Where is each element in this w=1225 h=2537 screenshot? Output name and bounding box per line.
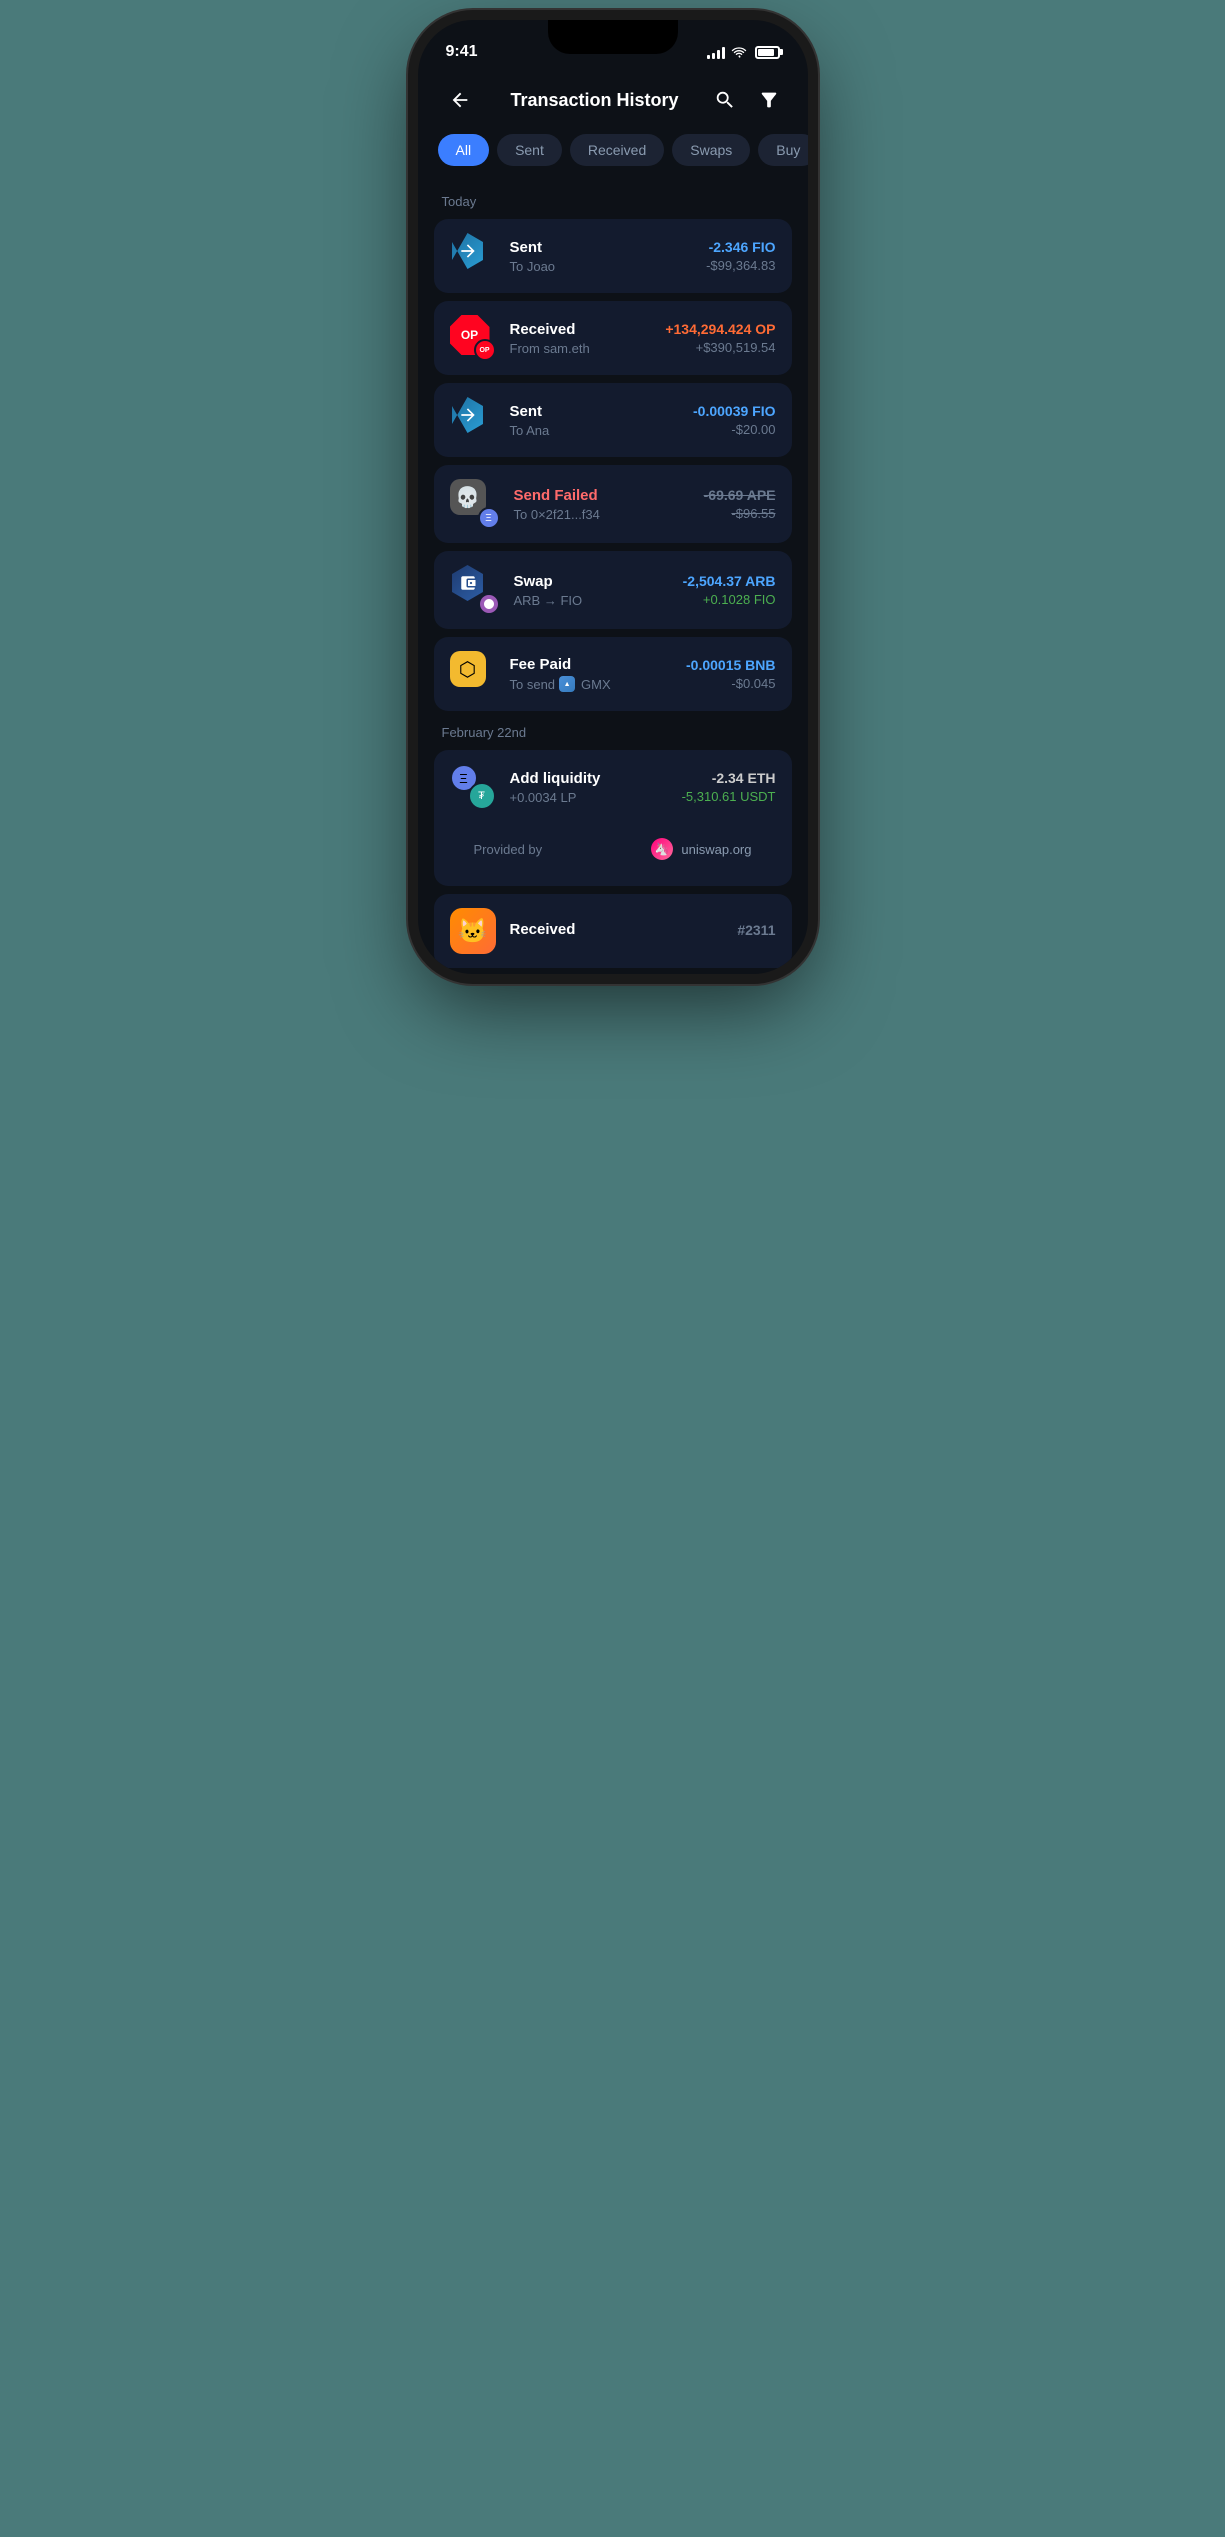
tx-sent-fio-2[interactable]: Sent To Ana -0.00039 FIO -$20.00: [434, 383, 792, 457]
tx-subtitle: To 0×2f21...f34: [514, 507, 690, 522]
tx-subtitle: To Ana: [510, 423, 680, 438]
tx-title: Fee Paid: [510, 656, 673, 673]
tx-title: Received: [510, 321, 652, 338]
tx-amount-sent-fio-2: -0.00039 FIO -$20.00: [693, 403, 776, 437]
tx-subtitle-fee: To send ▲ GMX: [510, 676, 673, 692]
tx-amount-failed-ape: -69.69 APE -$96.55: [704, 487, 776, 521]
filter-icon: [758, 89, 780, 111]
tx-subtitle: +0.0034 LP: [510, 790, 668, 805]
provided-by-source: 🦄 uniswap.org: [651, 838, 751, 860]
tx-amount-nft: #2311: [737, 922, 775, 941]
tab-buy[interactable]: Buy: [758, 134, 807, 166]
header-actions: [711, 86, 783, 114]
lp-bottom-provided: Provided by 🦄 uniswap.org: [434, 824, 792, 886]
tx-amount-liq: -2.34 ETH -5,310.61 USDT: [682, 770, 776, 804]
uniswap-logo-icon: 🦄: [651, 838, 673, 860]
tx-icon-fio-1: [450, 233, 496, 279]
filter-button[interactable]: [755, 86, 783, 114]
back-arrow-icon: [449, 89, 471, 111]
tx-info-fee-bnb: Fee Paid To send ▲ GMX: [510, 656, 673, 692]
tx-icon-op: OP OP: [450, 315, 496, 361]
signal-icon: [707, 45, 725, 59]
tx-fee-bnb[interactable]: ⬡ Fee Paid To send ▲ GMX -0.00015 BNB -$…: [434, 637, 792, 711]
tx-usd-amount: -$0.045: [686, 676, 776, 691]
tx-icon-bnb: ⬡: [450, 651, 496, 697]
tx-amount-fee-bnb: -0.00015 BNB -$0.045: [686, 657, 776, 691]
tab-all[interactable]: All: [438, 134, 490, 166]
tx-title: Sent: [510, 239, 693, 256]
tx-title-failed: Send Failed: [514, 487, 690, 504]
section-today: Today: [418, 186, 808, 219]
tx-badge: #2311: [737, 922, 775, 938]
swap-sub-icon: [478, 593, 500, 615]
provided-by-label: Provided by: [474, 842, 543, 857]
provided-by-name: uniswap.org: [681, 842, 751, 857]
tab-sent[interactable]: Sent: [497, 134, 562, 166]
header: Transaction History: [418, 70, 808, 134]
transaction-list-feb22: Ξ ₮ Add liquidity +0.0034 LP -2.34 ETH -…: [418, 750, 808, 974]
tab-received[interactable]: Received: [570, 134, 664, 166]
tx-crypto-amount: +134,294.424 OP: [665, 321, 775, 337]
tx-usd-amount: +$390,519.54: [665, 340, 775, 355]
tx-icon-nft: 🐱: [450, 908, 496, 954]
tx-info-sent-fio-2: Sent To Ana: [510, 403, 680, 438]
lp-info: Add liquidity +0.0034 LP: [510, 770, 668, 805]
tx-crypto-amount-2: +0.1028 FIO: [683, 592, 776, 607]
tx-info-received-op: Received From sam.eth: [510, 321, 652, 356]
tx-subtitle: To Joao: [510, 259, 693, 274]
tx-info-sent-fio-1: Sent To Joao: [510, 239, 693, 274]
tx-usd-amount: -$96.55: [704, 506, 776, 521]
tx-usd-amount: -$99,364.83: [706, 258, 775, 273]
status-time: 9:41: [446, 43, 478, 61]
tx-subtitle: From sam.eth: [510, 341, 652, 356]
tx-crypto-amount-eth: -2.34 ETH: [682, 770, 776, 786]
wifi-icon: [731, 46, 747, 58]
eth-sub-icon: Ξ: [478, 507, 500, 529]
back-button[interactable]: [442, 82, 478, 118]
search-icon: [714, 89, 736, 111]
tx-failed-ape[interactable]: 💀 Ξ Send Failed To 0×2f21...f34 -69.69 A…: [434, 465, 792, 543]
tx-title: Add liquidity: [510, 770, 668, 787]
tx-amount-swap-arb-fio: -2,504.37 ARB +0.1028 FIO: [683, 573, 776, 607]
tx-title: Received: [510, 921, 724, 938]
tx-add-liquidity[interactable]: Ξ ₮ Add liquidity +0.0034 LP -2.34 ETH -…: [434, 750, 792, 886]
tx-crypto-amount: -2,504.37 ARB: [683, 573, 776, 589]
tx-crypto-amount: -0.00015 BNB: [686, 657, 776, 673]
page-title: Transaction History: [510, 90, 678, 111]
gmx-icon: ▲: [559, 676, 575, 692]
filter-tabs: All Sent Received Swaps Buy Se...: [418, 134, 808, 186]
lp-top: Ξ ₮ Add liquidity +0.0034 LP -2.34 ETH -…: [434, 750, 792, 824]
tx-crypto-amount: -2.346 FIO: [706, 239, 775, 255]
tx-info-swap-arb-fio: Swap ARB → FIO: [514, 573, 669, 608]
tx-title: Sent: [510, 403, 680, 420]
status-icons: [707, 45, 780, 59]
tx-crypto-amount: -69.69 APE: [704, 487, 776, 503]
tab-swaps[interactable]: Swaps: [672, 134, 750, 166]
tx-info-failed-ape: Send Failed To 0×2f21...f34: [514, 487, 690, 522]
tx-received-op[interactable]: OP OP Received From sam.eth +134,294.424…: [434, 301, 792, 375]
transaction-list-today: Sent To Joao -2.346 FIO -$99,364.83 OP O…: [418, 219, 808, 717]
tx-received-nft[interactable]: 🐱 Received #2311: [434, 894, 792, 968]
tx-icon-ape: 💀 Ξ: [450, 479, 500, 529]
provided-by-section: Provided by 🦄 uniswap.org: [450, 828, 776, 874]
battery-icon: [755, 46, 780, 59]
tx-icon-eth-tether: Ξ ₮: [450, 764, 496, 810]
tx-crypto-amount-usdt: -5,310.61 USDT: [682, 789, 776, 804]
tx-swap-arb-fio[interactable]: Swap ARB → FIO -2,504.37 ARB +0.1028 FIO: [434, 551, 792, 629]
tx-crypto-amount: -0.00039 FIO: [693, 403, 776, 419]
tx-sent-fio[interactable]: Sent To Joao -2.346 FIO -$99,364.83: [434, 219, 792, 293]
notch: [548, 20, 678, 54]
phone-frame: 9:41 Transaction History: [418, 20, 808, 974]
tx-icon-fio-2: [450, 397, 496, 443]
search-button[interactable]: [711, 86, 739, 114]
tx-amount-sent-fio-1: -2.346 FIO -$99,364.83: [706, 239, 775, 273]
tx-title: Swap: [514, 573, 669, 590]
tx-info-received-nft: Received: [510, 921, 724, 941]
tx-amount-received-op: +134,294.424 OP +$390,519.54: [665, 321, 775, 355]
tx-usd-amount: -$20.00: [693, 422, 776, 437]
tx-icon-arb: [450, 565, 500, 615]
section-feb22: February 22nd: [418, 717, 808, 750]
tx-subtitle: ARB → FIO: [514, 593, 669, 608]
